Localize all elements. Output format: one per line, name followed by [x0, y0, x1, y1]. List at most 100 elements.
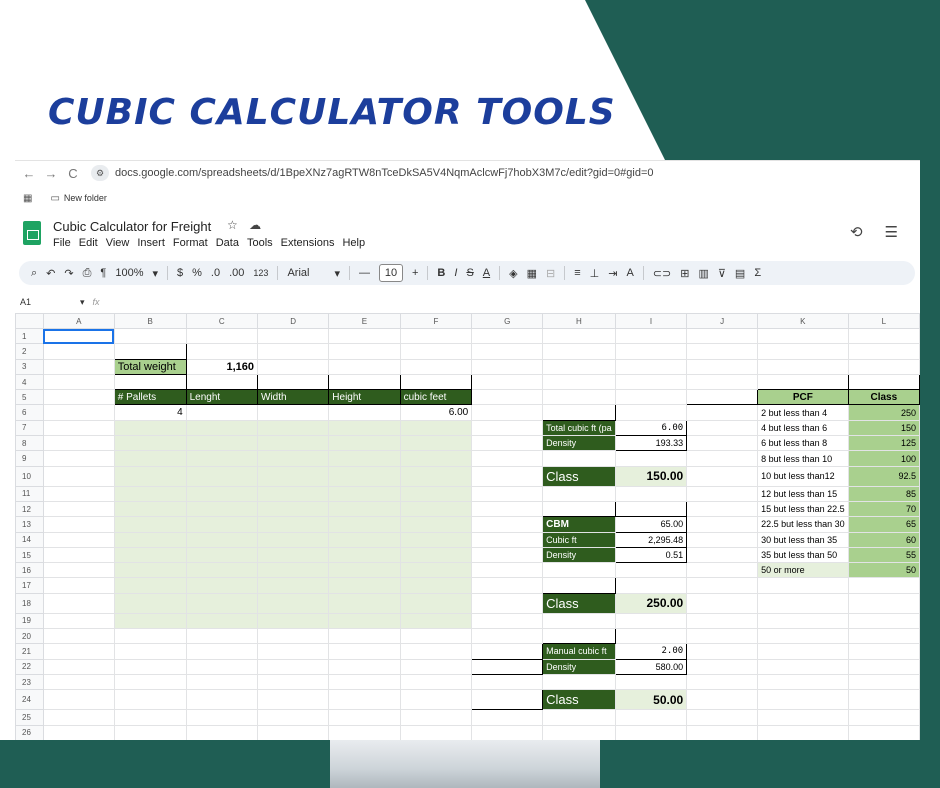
cell[interactable]: [757, 724, 849, 740]
cell[interactable]: [686, 500, 759, 518]
pcf-range[interactable]: 35 but less than 50: [757, 546, 849, 564]
text-rotation-icon[interactable]: A: [626, 267, 633, 279]
cell[interactable]: [185, 500, 259, 518]
cell[interactable]: [686, 577, 759, 594]
cell[interactable]: [471, 592, 544, 614]
pcf-class[interactable]: 70: [847, 500, 920, 518]
cell[interactable]: [471, 658, 544, 675]
cell[interactable]: [113, 419, 187, 437]
cell[interactable]: [847, 628, 920, 645]
menu-file[interactable]: File: [53, 237, 71, 249]
cell[interactable]: [328, 373, 401, 391]
row-header[interactable]: 3: [15, 358, 44, 375]
cell[interactable]: [256, 689, 330, 711]
cell[interactable]: [471, 516, 544, 533]
cell[interactable]: [185, 373, 259, 391]
document-title[interactable]: Cubic Calculator for Freight: [53, 219, 211, 234]
cell[interactable]: [399, 485, 473, 502]
cell[interactable]: [471, 435, 544, 452]
cell[interactable]: [185, 689, 259, 711]
cell[interactable]: [847, 658, 920, 675]
cell[interactable]: [113, 465, 187, 487]
cell[interactable]: [471, 404, 544, 421]
apps-grid-icon[interactable]: ▦: [23, 193, 32, 204]
cell[interactable]: [42, 450, 115, 467]
cell[interactable]: [847, 689, 920, 711]
italic-button[interactable]: I: [454, 267, 457, 279]
cell[interactable]: [471, 358, 544, 375]
cell[interactable]: [471, 689, 544, 711]
cell[interactable]: [185, 612, 259, 630]
cubic-ft-value[interactable]: 2,295.48: [614, 531, 688, 548]
pcf-range[interactable]: 4 but less than 6: [757, 419, 849, 437]
cell[interactable]: [614, 577, 688, 594]
header-pallets[interactable]: # Pallets: [113, 389, 187, 406]
column-header-i[interactable]: I: [614, 313, 688, 329]
row-header[interactable]: 16: [15, 562, 44, 579]
pcf-class[interactable]: 125: [847, 435, 920, 452]
cell[interactable]: [686, 343, 759, 360]
insert-chart-icon[interactable]: ▥: [698, 267, 708, 280]
cell[interactable]: [113, 516, 187, 533]
cell[interactable]: [328, 516, 401, 533]
total-cubic-label[interactable]: Total cubic ft (pa: [542, 419, 616, 437]
cell[interactable]: [185, 531, 259, 548]
cell[interactable]: [757, 709, 849, 726]
undo-icon[interactable]: ↶: [46, 267, 55, 280]
cell[interactable]: [113, 724, 187, 740]
cell[interactable]: [847, 643, 920, 660]
zoom-select[interactable]: 100%: [115, 267, 143, 279]
cell[interactable]: [399, 546, 473, 564]
pcf-range[interactable]: 22.5 but less than 30: [757, 516, 849, 533]
cell[interactable]: [42, 404, 115, 421]
column-header-c[interactable]: C: [185, 313, 259, 329]
cell[interactable]: [757, 689, 849, 711]
cell[interactable]: [542, 612, 616, 630]
filter-icon[interactable]: ⊽: [718, 267, 726, 280]
cell[interactable]: [256, 450, 330, 467]
manual-cubic-label[interactable]: Manual cubic ft: [542, 643, 616, 660]
cell[interactable]: [113, 327, 187, 345]
menu-tools[interactable]: Tools: [247, 237, 273, 249]
cell[interactable]: [471, 546, 544, 564]
cell[interactable]: [185, 724, 259, 740]
cell[interactable]: [113, 435, 187, 452]
cell[interactable]: [757, 612, 849, 630]
header-cubic-feet[interactable]: cubic feet: [399, 389, 473, 406]
cell[interactable]: [471, 485, 544, 502]
select-all-corner[interactable]: [15, 313, 44, 329]
cell[interactable]: [185, 435, 259, 452]
class-label[interactable]: Class: [542, 592, 616, 614]
cell[interactable]: [328, 485, 401, 502]
text-color-button[interactable]: A: [483, 267, 490, 279]
cell[interactable]: [399, 373, 473, 391]
cell[interactable]: [847, 358, 920, 375]
column-header-a[interactable]: A: [42, 313, 115, 329]
row-header[interactable]: 20: [15, 628, 44, 645]
cell[interactable]: [42, 658, 115, 675]
row-header[interactable]: 18: [15, 592, 44, 614]
class-label[interactable]: Class: [542, 465, 616, 487]
cell[interactable]: [328, 465, 401, 487]
column-header-b[interactable]: B: [113, 313, 187, 329]
cell[interactable]: [614, 373, 688, 391]
cell[interactable]: [113, 343, 187, 360]
column-header-j[interactable]: J: [686, 313, 759, 329]
cell[interactable]: [328, 689, 401, 711]
pcf-range[interactable]: 30 but less than 35: [757, 531, 849, 548]
pcf-range[interactable]: 2 but less than 4: [757, 404, 849, 421]
cell[interactable]: [256, 592, 330, 614]
vertical-align-icon[interactable]: ⊥: [590, 267, 600, 280]
cell[interactable]: [614, 612, 688, 630]
column-header-h[interactable]: H: [542, 313, 616, 329]
total-weight-label[interactable]: Total weight: [113, 358, 187, 375]
cell[interactable]: [399, 689, 473, 711]
cell[interactable]: [542, 327, 616, 345]
cell[interactable]: [757, 373, 849, 391]
header-length[interactable]: Lenght: [185, 389, 259, 406]
cell[interactable]: [542, 404, 616, 421]
column-header-k[interactable]: K: [757, 313, 849, 329]
cell[interactable]: [399, 343, 473, 360]
cell[interactable]: [399, 562, 473, 579]
column-header-l[interactable]: L: [847, 313, 920, 329]
